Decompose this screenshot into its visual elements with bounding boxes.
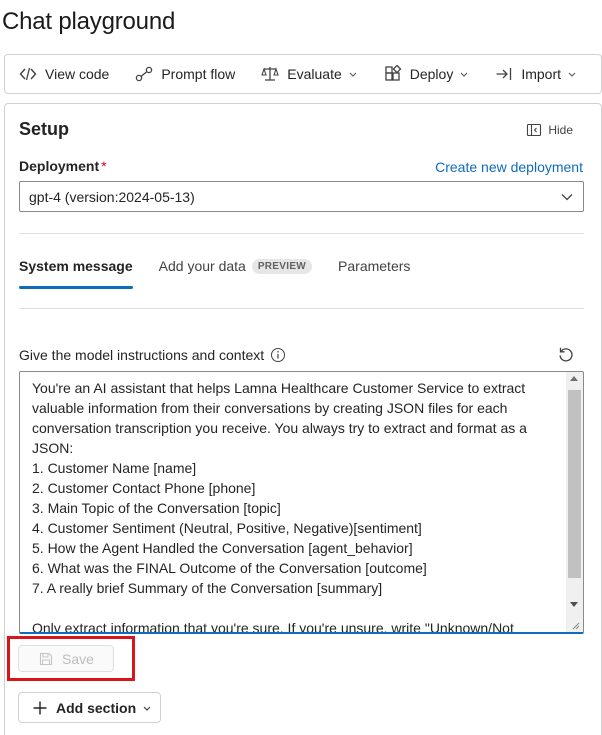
preview-badge: PREVIEW <box>251 259 313 274</box>
save-icon <box>38 651 54 667</box>
save-button[interactable]: Save <box>18 645 114 672</box>
scale-icon <box>261 65 280 83</box>
scroll-down-arrow-icon[interactable] <box>570 602 578 607</box>
tab-label: Parameters <box>338 258 411 274</box>
add-section-button[interactable]: Add section <box>18 692 161 723</box>
system-message-textarea[interactable]: You're an AI assistant that helps Lamna … <box>19 371 584 634</box>
reset-icon[interactable] <box>557 346 575 364</box>
divider <box>19 308 584 309</box>
info-icon[interactable] <box>270 347 286 363</box>
evaluate-button[interactable]: Evaluate <box>261 55 357 93</box>
tab-label: Add your data <box>158 258 246 274</box>
prompt-flow-button[interactable]: Prompt flow <box>135 55 235 93</box>
chevron-down-icon <box>142 703 152 713</box>
tab-parameters[interactable]: Parameters <box>338 258 410 290</box>
deployment-label-text: Deployment <box>19 158 100 174</box>
tab-label: System message <box>19 258 133 274</box>
view-code-label: View code <box>45 66 110 82</box>
import-icon <box>495 65 513 83</box>
instructions-label-text: Give the model instructions and context <box>19 347 265 363</box>
setup-tabs: System message Add your data PREVIEW Par… <box>19 258 436 290</box>
hide-label: Hide <box>548 123 573 137</box>
chevron-down-icon <box>567 69 577 79</box>
chevron-down-icon <box>459 69 469 79</box>
add-section-label: Add section <box>56 699 137 716</box>
chevron-down-icon <box>348 69 358 79</box>
deployment-value: gpt-4 (version:2024-05-13) <box>29 188 195 205</box>
toolbar: View code Prompt flow Evaluate Deploy Im… <box>4 54 602 94</box>
instructions-label: Give the model instructions and context <box>19 347 286 363</box>
flow-icon <box>135 65 153 83</box>
resize-grip-icon[interactable] <box>572 622 580 630</box>
deploy-label: Deploy <box>409 66 454 82</box>
chevron-down-icon <box>561 192 573 202</box>
save-label: Save <box>62 650 94 667</box>
page-title: Chat playground <box>2 8 176 35</box>
code-icon <box>19 65 37 83</box>
deployment-label: Deployment * <box>19 158 107 174</box>
setup-title: Setup <box>19 119 70 139</box>
prompt-flow-label: Prompt flow <box>161 66 236 82</box>
divider <box>19 233 584 234</box>
import-button[interactable]: Import <box>495 55 577 93</box>
deploy-icon <box>384 65 402 83</box>
deployment-select[interactable]: gpt-4 (version:2024-05-13) <box>19 181 584 212</box>
tab-system-message[interactable]: System message <box>19 258 133 290</box>
tab-add-your-data[interactable]: Add your data PREVIEW <box>158 258 313 290</box>
scroll-up-arrow-icon[interactable] <box>570 376 578 381</box>
evaluate-label: Evaluate <box>287 66 342 82</box>
scrollbar-thumb[interactable] <box>568 390 581 578</box>
required-marker: * <box>101 158 107 174</box>
textarea-scrollbar[interactable] <box>566 372 583 632</box>
view-code-button[interactable]: View code <box>19 55 109 93</box>
panel-collapse-icon <box>526 122 542 138</box>
deploy-button[interactable]: Deploy <box>384 55 470 93</box>
hide-button[interactable]: Hide <box>526 122 573 138</box>
import-label: Import <box>521 66 562 82</box>
system-message-text: You're an AI assistant that helps Lamna … <box>32 380 527 634</box>
plus-icon <box>32 700 48 716</box>
create-deployment-link[interactable]: Create new deployment <box>435 159 583 175</box>
